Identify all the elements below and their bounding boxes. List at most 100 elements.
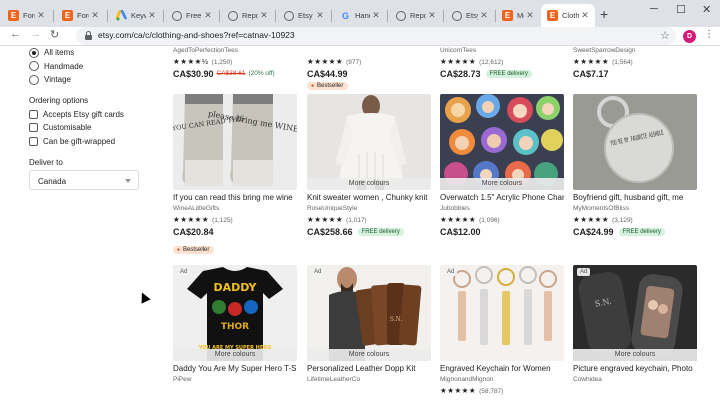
tab-2[interactable]: E Forge ✕ xyxy=(56,4,105,27)
close-tab-icon[interactable]: ✕ xyxy=(426,10,438,21)
product-card[interactable]: DADDY THOR YOU ARE MY SUPER HERO Ad More… xyxy=(173,265,297,385)
product-title[interactable]: Boyfriend gift, husband gift, me xyxy=(573,193,697,204)
close-tab-icon[interactable]: ✕ xyxy=(89,10,101,21)
rating-stars: ★★★★★ xyxy=(173,215,210,224)
close-tab-icon[interactable]: ✕ xyxy=(202,10,214,21)
etsy-icon: E xyxy=(8,10,19,21)
close-tab-icon[interactable]: ✕ xyxy=(478,10,490,21)
deliver-to-select[interactable]: Canada xyxy=(29,170,139,190)
product-title[interactable]: If you can read this bring me wine xyxy=(173,193,297,204)
menu-icon[interactable]: ⋮ xyxy=(704,29,714,40)
free-delivery-badge: FREE delivery xyxy=(357,227,404,236)
close-window-icon[interactable]: ✕ xyxy=(702,3,711,16)
tab-9[interactable]: Etsy F ✕ xyxy=(446,4,494,27)
product-image[interactable]: DADDY THOR YOU ARE MY SUPER HERO Ad More… xyxy=(173,265,297,361)
checkbox-icon[interactable] xyxy=(29,136,38,146)
price: CA$12.00 xyxy=(440,226,481,237)
radio-icon[interactable] xyxy=(29,47,39,58)
more-colours-button[interactable]: More colours xyxy=(307,349,431,361)
product-image[interactable]: More colours xyxy=(440,94,564,190)
product-card[interactable]: YOU'RE MY FAVORITE ASSHOLE Boyfriend gif… xyxy=(573,94,697,238)
chevron-down-icon xyxy=(125,179,131,183)
tab-3[interactable]: Keyw ✕ xyxy=(110,4,162,27)
shirt-text-daddy: DADDY xyxy=(213,281,257,294)
more-colours-button[interactable]: More colours xyxy=(440,178,564,190)
review-count: (1,564) xyxy=(612,59,633,66)
filter-gift-wrapped[interactable]: Can be gift-wrapped xyxy=(29,135,149,149)
close-tab-icon[interactable]: ✕ xyxy=(579,10,591,21)
tab-7[interactable]: G Handr ✕ xyxy=(334,4,386,27)
product-image[interactable]: IF YOU CAN READ THIS please bring me WIN… xyxy=(173,94,297,190)
filter-label: All items xyxy=(44,48,75,58)
product-card[interactable]: More colours Knit sweater women , Chunky… xyxy=(307,94,431,238)
avatar[interactable]: D xyxy=(683,30,696,43)
rating: ★★★★★ (12,612) xyxy=(440,56,564,67)
back-icon[interactable]: ← xyxy=(10,28,21,40)
product-card-partial[interactable]: SweetSparrowDesign ★★★★★ (1,564) CA$7.17 xyxy=(573,46,697,80)
filter-handmade[interactable]: Handmade xyxy=(29,60,149,74)
address-bar[interactable]: etsy.com/ca/c/clothing-and-shoes?ref=cat… xyxy=(76,27,676,45)
product-image[interactable]: S.N. Ad More colours xyxy=(573,265,697,361)
product-card[interactable]: Ad Engraved Keychain for Women Mignonand… xyxy=(440,265,564,396)
checkbox-icon[interactable] xyxy=(29,123,38,133)
close-tab-icon[interactable]: ✕ xyxy=(146,10,158,21)
close-tab-icon[interactable]: ✕ xyxy=(370,10,382,21)
close-tab-icon[interactable]: ✕ xyxy=(35,10,47,21)
product-image[interactable]: YOU'RE MY FAVORITE ASSHOLE xyxy=(573,94,697,190)
product-card-partial[interactable]: UnicornTees ★★★★★ (12,612) CA$28.73 FREE d… xyxy=(440,46,564,80)
product-title[interactable]: Knit sweater women , Chunky knit xyxy=(307,193,431,204)
ad-badge: Ad xyxy=(577,268,591,276)
product-image[interactable]: S.N. Ad More colours xyxy=(307,265,431,361)
filter-all-items[interactable]: All items xyxy=(29,46,149,60)
minimize-icon[interactable]: ─ xyxy=(650,3,658,15)
filter-vintage[interactable]: Vintage xyxy=(29,73,149,87)
reload-icon[interactable]: ↻ xyxy=(50,28,59,41)
product-title[interactable]: Daddy You Are My Super Hero T-Shirt xyxy=(173,364,297,375)
product-card[interactable]: S.N. Ad More colours Picture engraved ke… xyxy=(573,265,697,385)
product-card-partial[interactable]: ★★★★★(977) CA$44.99 Bestseller xyxy=(307,46,431,90)
tab-1[interactable]: E Forge ✕ xyxy=(2,4,51,27)
tab-10[interactable]: E Men' ✕ xyxy=(496,4,540,27)
new-tab-icon[interactable]: + xyxy=(600,6,608,22)
more-colours-button[interactable]: More colours xyxy=(173,349,297,361)
globe-icon xyxy=(284,10,294,21)
tab-label: Etsy F xyxy=(298,11,314,20)
engraved-keychain-photo xyxy=(440,265,564,361)
product-card-partial[interactable]: AgedToPerfectionTees ★★★★½ (1,250) CA$30.… xyxy=(173,46,297,80)
checkbox-icon[interactable] xyxy=(29,109,38,119)
close-tab-icon[interactable]: ✕ xyxy=(258,10,270,21)
product-card[interactable]: IF YOU CAN READ THIS please bring me WIN… xyxy=(173,94,297,256)
product-image[interactable]: Ad xyxy=(440,265,564,361)
tab-5[interactable]: Repo ✕ xyxy=(222,4,274,27)
forward-icon[interactable]: → xyxy=(30,28,41,40)
tab-11-active[interactable]: E Cloth ✕ xyxy=(541,4,595,27)
tshirt-photo: DADDY THOR YOU ARE MY SUPER HERO xyxy=(173,265,297,361)
filter-customisable[interactable]: Customisable xyxy=(29,121,149,135)
maximize-icon[interactable]: ☐ xyxy=(676,3,686,16)
rating: ★★★★★ (3,129) xyxy=(573,214,697,225)
product-image[interactable]: More colours xyxy=(307,94,431,190)
radio-icon[interactable] xyxy=(29,74,39,85)
tab-4[interactable]: Free I ✕ xyxy=(166,4,218,27)
tab-label: Men' xyxy=(517,11,524,20)
tab-6[interactable]: Etsy F ✕ xyxy=(278,4,330,27)
product-title[interactable]: Engraved Keychain for Women xyxy=(440,364,564,375)
shop-name: RoseUniqueStyle xyxy=(307,205,358,212)
filter-gift-cards[interactable]: Accepts Etsy gift cards xyxy=(29,108,149,122)
bestseller-badge: Bestseller xyxy=(173,246,215,254)
product-title[interactable]: Personalized Leather Dopp Kit xyxy=(307,364,431,375)
product-title[interactable]: Overwatch 1.5" Acrylic Phone Charms xyxy=(440,193,564,204)
bookmark-star-icon[interactable]: ☆ xyxy=(660,29,670,42)
more-colours-button[interactable]: More colours xyxy=(307,178,431,190)
product-card[interactable]: More colours Overwatch 1.5" Acrylic Phon… xyxy=(440,94,564,238)
tab-8[interactable]: Repo ✕ xyxy=(390,4,442,27)
bestseller-badge: Bestseller xyxy=(307,82,349,90)
close-tab-icon[interactable]: ✕ xyxy=(314,10,326,21)
product-title[interactable]: Picture engraved keychain, Photo xyxy=(573,364,697,375)
close-tab-icon[interactable]: ✕ xyxy=(524,10,536,21)
filter-label: Can be gift-wrapped xyxy=(43,136,116,146)
product-card[interactable]: S.N. Ad More colours Personalized Leathe… xyxy=(307,265,431,385)
more-colours-button[interactable]: More colours xyxy=(573,349,697,361)
rating: ★★★★★ (1,017) xyxy=(307,214,431,225)
radio-icon[interactable] xyxy=(29,61,39,72)
